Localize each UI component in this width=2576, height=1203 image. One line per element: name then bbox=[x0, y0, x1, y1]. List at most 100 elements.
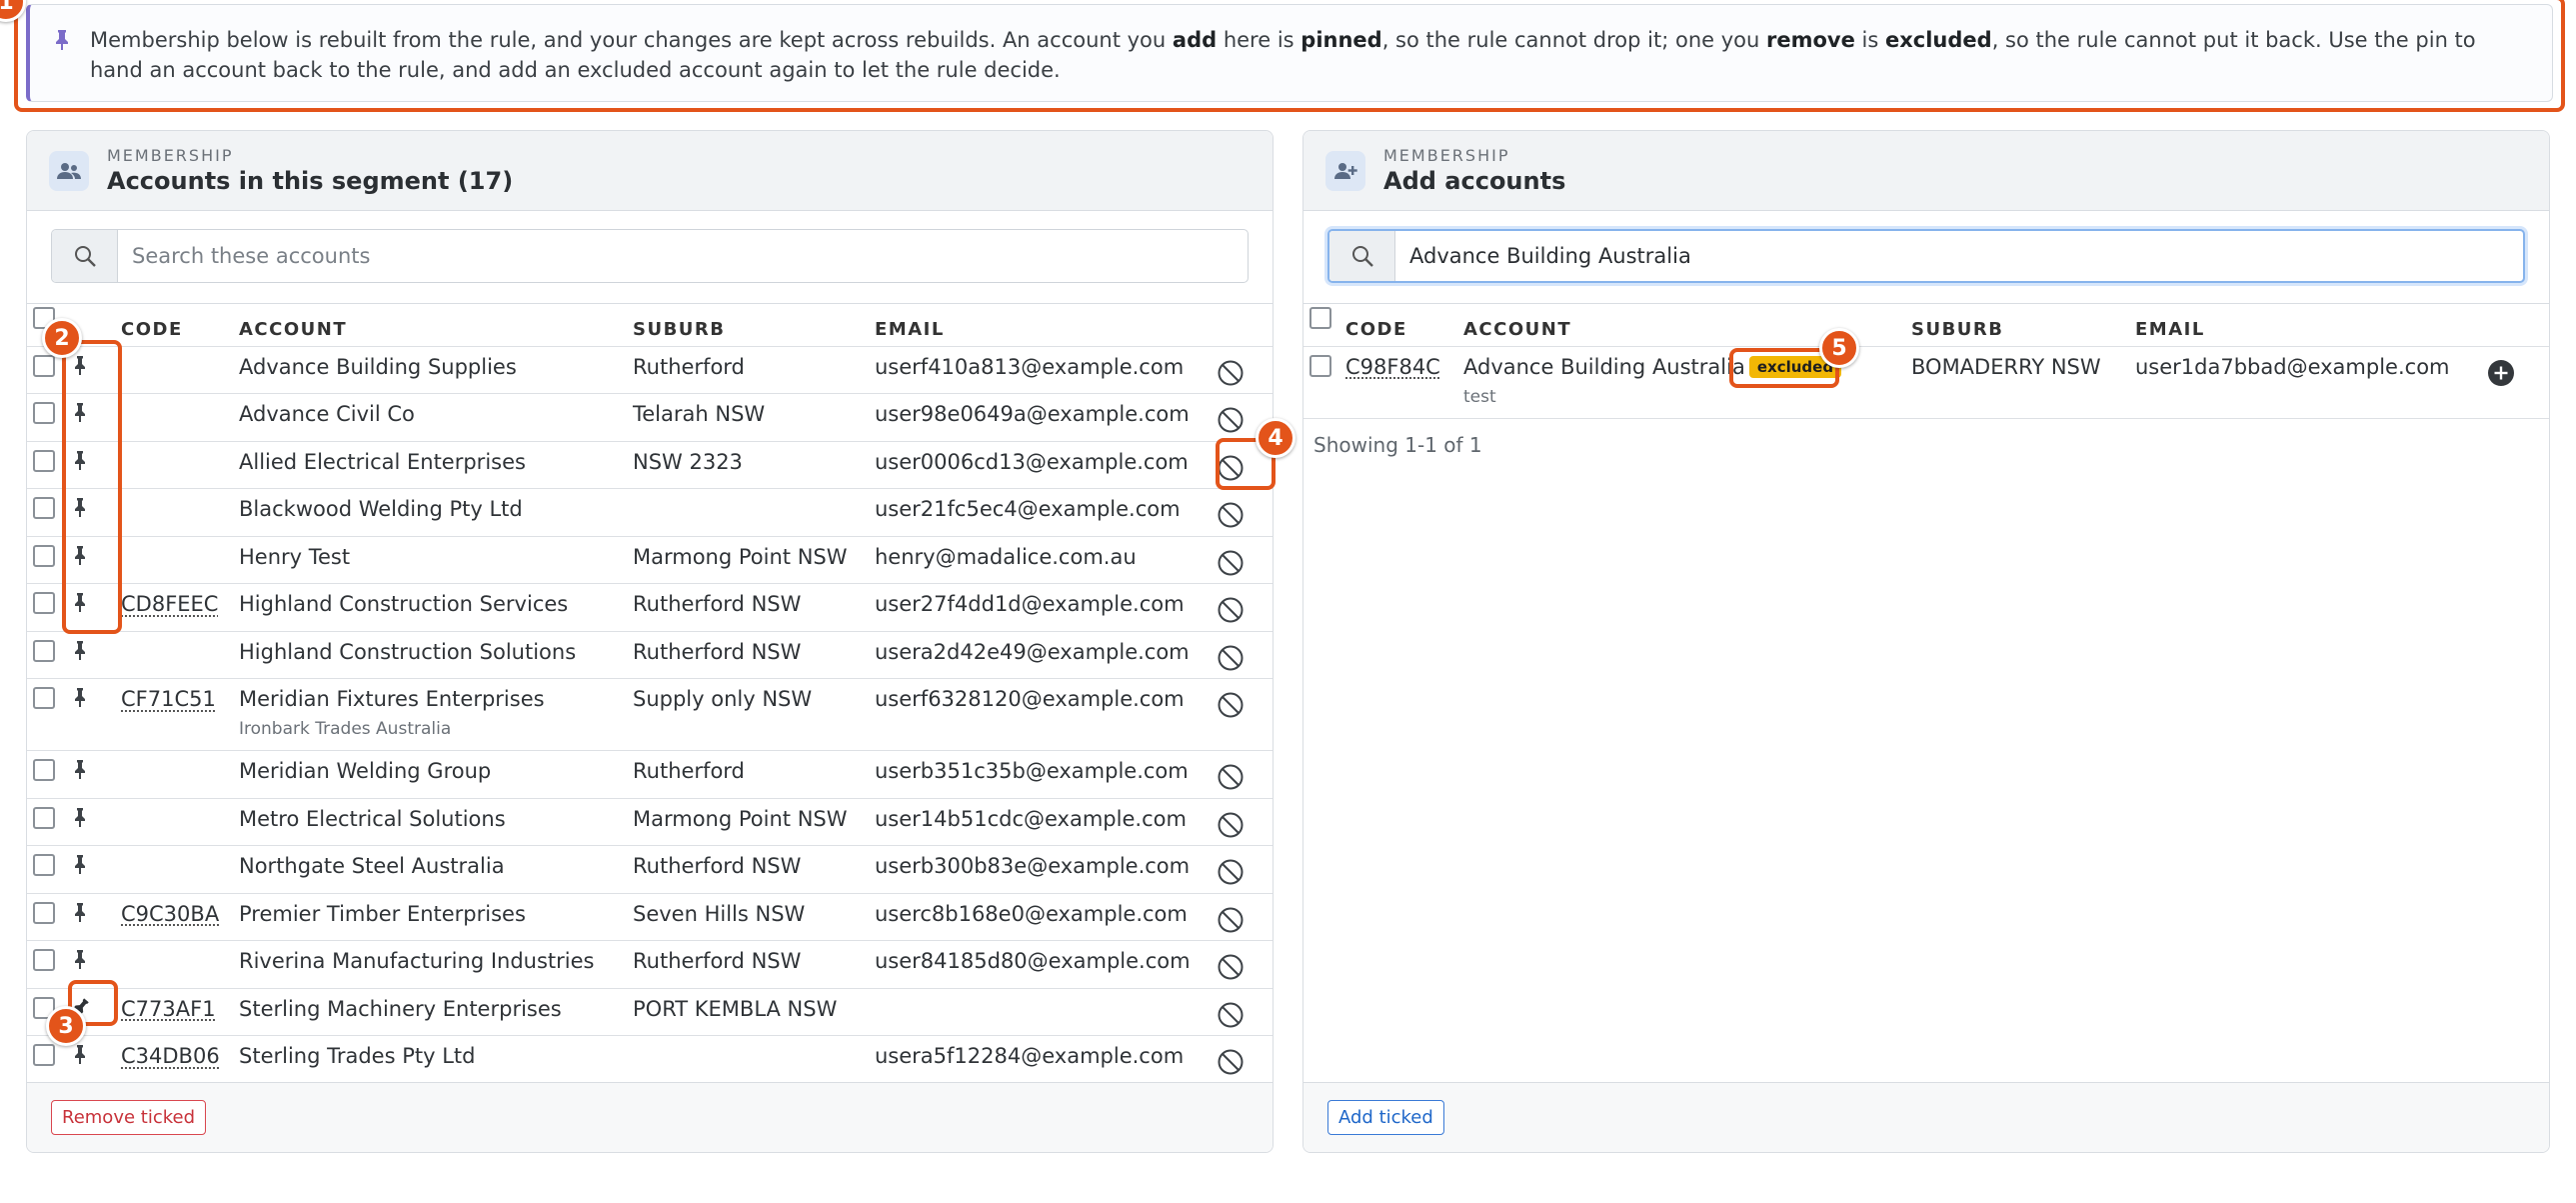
ban-icon[interactable] bbox=[1215, 594, 1247, 626]
account-code[interactable]: C34DB06 bbox=[121, 1044, 220, 1068]
row-checkbox[interactable] bbox=[33, 949, 55, 971]
table-row: Highland Construction Solutions Rutherfor… bbox=[27, 630, 1273, 679]
pin-icon[interactable] bbox=[69, 854, 91, 874]
pin-icon[interactable] bbox=[69, 902, 91, 922]
row-checkbox[interactable] bbox=[33, 759, 55, 781]
account-email: userb351c35b@example.com bbox=[875, 750, 1215, 798]
account-suburb: Rutherford NSW bbox=[633, 630, 875, 679]
account-email: userf410a813@example.com bbox=[875, 345, 1215, 394]
account-subtext: test bbox=[1463, 386, 1496, 407]
table-row: Advance Civil Co Telarah NSW user98e0649a@… bbox=[27, 393, 1273, 441]
pin-icon[interactable] bbox=[69, 497, 91, 517]
panel-title: Add accounts bbox=[1383, 167, 1566, 195]
account-email: user1da7bbad@example.com bbox=[2135, 345, 2485, 418]
pin-icon[interactable] bbox=[69, 545, 91, 565]
callout-badge-3: 3 bbox=[46, 1006, 86, 1046]
pin-icon[interactable] bbox=[69, 949, 91, 969]
row-checkbox[interactable] bbox=[33, 901, 55, 924]
search-icon bbox=[1329, 231, 1395, 281]
remove-ticked-button[interactable]: Remove ticked bbox=[51, 1100, 207, 1135]
add-ticked-button[interactable]: Add ticked bbox=[1327, 1100, 1444, 1135]
account-suburb bbox=[633, 1035, 875, 1082]
segment-search bbox=[51, 229, 1249, 283]
table-row: C98F84C Advance Building Australia exclude… bbox=[1303, 345, 2549, 418]
plus-circle-icon[interactable] bbox=[2485, 357, 2517, 389]
pin-icon[interactable] bbox=[69, 355, 91, 375]
table-row: Allied Electrical Enterprises NSW 2323 use… bbox=[27, 440, 1273, 489]
account-code[interactable]: CF71C51 bbox=[121, 687, 216, 711]
account-name: Advance Building Supplies bbox=[239, 354, 517, 379]
ban-icon[interactable] bbox=[1215, 999, 1247, 1031]
pin-icon[interactable] bbox=[69, 450, 91, 470]
account-subtext: Ironbark Trades Australia bbox=[239, 719, 452, 739]
row-checkbox[interactable] bbox=[33, 687, 55, 709]
account-name: Blackwood Welding Pty Ltd bbox=[239, 497, 523, 521]
row-checkbox[interactable] bbox=[33, 544, 55, 567]
pin-icon[interactable] bbox=[69, 687, 91, 707]
ban-icon[interactable] bbox=[1215, 357, 1247, 389]
panel-title: Accounts in this segment (17) bbox=[107, 167, 514, 195]
ban-icon[interactable] bbox=[1215, 642, 1247, 674]
panel-footer: Remove ticked bbox=[27, 1082, 1273, 1152]
table-row: CD8FEEC Highland Construction Services Rut… bbox=[27, 583, 1273, 631]
ban-icon[interactable] bbox=[1215, 809, 1247, 841]
account-suburb: Rutherford NSW bbox=[633, 583, 875, 631]
ban-icon[interactable] bbox=[1215, 951, 1247, 983]
account-suburb: Supply only NSW bbox=[633, 678, 875, 751]
search-input[interactable] bbox=[118, 230, 1248, 282]
account-code[interactable]: CD8FEEC bbox=[121, 592, 218, 616]
pin-icon[interactable] bbox=[69, 592, 91, 612]
add-accounts-table: CODE ACCOUNT SUBURB EMAIL C98F84C Advance… bbox=[1303, 303, 2549, 1082]
row-checkbox[interactable] bbox=[33, 854, 55, 876]
ban-icon[interactable] bbox=[1215, 856, 1247, 888]
account-name: Allied Electrical Enterprises bbox=[239, 449, 526, 474]
ban-icon[interactable] bbox=[1215, 547, 1247, 579]
table-row: Advance Building Supplies Rutherford userf… bbox=[27, 345, 1273, 394]
pin-icon[interactable] bbox=[69, 807, 91, 827]
row-checkbox[interactable] bbox=[1309, 354, 1331, 377]
row-checkbox[interactable] bbox=[33, 402, 55, 424]
add-person-icon bbox=[1325, 150, 1365, 191]
ban-icon[interactable] bbox=[1215, 1046, 1247, 1078]
pin-icon[interactable] bbox=[69, 640, 91, 660]
account-code[interactable]: C9C30BA bbox=[121, 902, 219, 926]
row-checkbox[interactable] bbox=[33, 639, 55, 662]
account-suburb: Rutherford NSW bbox=[633, 845, 875, 893]
panel-header: MEMBERSHIP Accounts in this segment (17) bbox=[27, 131, 1273, 211]
column-header-suburb: SUBURB bbox=[1911, 318, 2004, 340]
account-code[interactable]: C773AF1 bbox=[121, 997, 216, 1021]
row-checkbox[interactable] bbox=[33, 592, 55, 614]
account-suburb: Marmong Point NSW bbox=[633, 535, 875, 584]
pin-icon[interactable] bbox=[69, 402, 91, 422]
column-header-code: CODE bbox=[121, 318, 183, 340]
ban-icon[interactable] bbox=[1215, 689, 1247, 721]
pagination-summary: Showing 1-1 of 1 bbox=[1313, 433, 1482, 457]
row-checkbox[interactable] bbox=[33, 497, 55, 519]
ban-icon[interactable] bbox=[1215, 904, 1247, 936]
ban-icon[interactable] bbox=[1215, 452, 1247, 484]
account-name: Premier Timber Enterprises bbox=[239, 901, 526, 926]
ban-icon[interactable] bbox=[1215, 761, 1247, 793]
row-checkbox[interactable] bbox=[33, 449, 55, 472]
pin-icon[interactable] bbox=[69, 1044, 91, 1064]
ban-icon[interactable] bbox=[1215, 404, 1247, 436]
account-name: Advance Building Australia bbox=[1463, 354, 1745, 379]
pin-icon[interactable] bbox=[69, 759, 91, 779]
account-name: Henry Test bbox=[239, 544, 351, 569]
add-search-input[interactable] bbox=[1395, 231, 2523, 281]
account-code[interactable]: C98F84C bbox=[1345, 355, 1440, 379]
account-name: Metro Electrical Solutions bbox=[239, 806, 506, 831]
account-suburb: Rutherford NSW bbox=[633, 940, 875, 988]
row-checkbox[interactable] bbox=[33, 1044, 55, 1066]
account-email: user0006cd13@example.com bbox=[875, 440, 1215, 489]
segment-accounts-table: CODE ACCOUNT SUBURB EMAIL Advance Buildi… bbox=[27, 303, 1273, 1082]
select-all-checkbox[interactable] bbox=[1309, 306, 1331, 329]
column-header-email: EMAIL bbox=[875, 318, 945, 340]
table-row: CF71C51 Meridian Fixtures Enterprises Iron… bbox=[27, 678, 1273, 751]
table-row: Henry Test Marmong Point NSW henry@madalic… bbox=[27, 535, 1273, 584]
row-checkbox[interactable] bbox=[33, 806, 55, 829]
row-checkbox[interactable] bbox=[33, 354, 55, 377]
ban-icon[interactable] bbox=[1215, 499, 1247, 531]
panel-footer: Add ticked bbox=[1303, 1082, 2549, 1152]
account-suburb: BOMADERRY NSW bbox=[1911, 345, 2135, 418]
